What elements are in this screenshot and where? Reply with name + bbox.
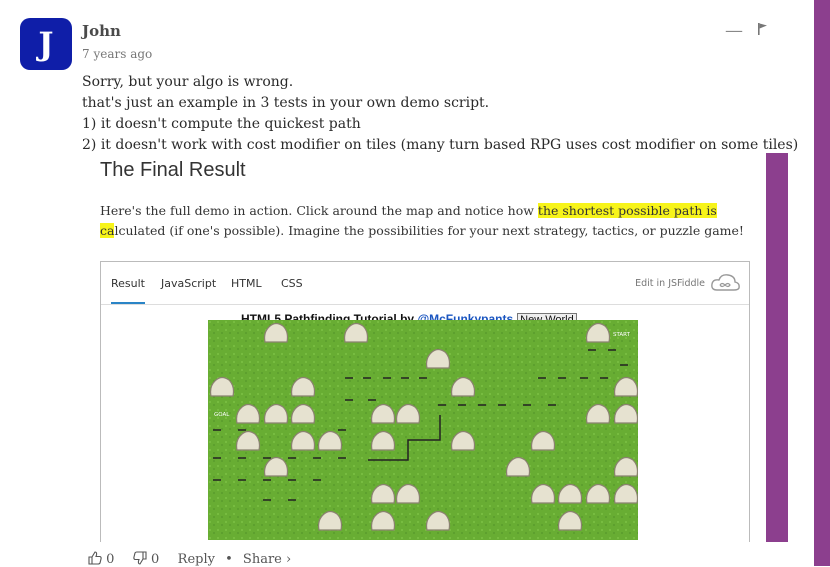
collapse-button[interactable]: — [725, 20, 743, 41]
flag-icon[interactable] [756, 22, 770, 36]
avatar[interactable]: J [20, 18, 72, 70]
share-button[interactable]: Share › [243, 552, 291, 567]
tab-css: CSS [281, 277, 303, 290]
screenshot-paragraph: Here's the full demo in action. Click ar… [100, 203, 744, 238]
tab-result: Result [111, 277, 145, 304]
comment-line: Sorry, but your algo is wrong. [82, 74, 294, 90]
downvote-icon[interactable] [133, 551, 147, 565]
upvote-icon[interactable] [88, 551, 102, 565]
bullet-separator: • [225, 552, 233, 567]
downvote-count: 0 [150, 552, 160, 567]
tab-html: HTML [231, 277, 262, 290]
author-name[interactable]: John [82, 22, 121, 40]
comment-line: 1) it doesn't compute the quickest path [82, 116, 361, 132]
screenshot-side-bar [766, 153, 788, 542]
comment-timestamp[interactable]: 7 years ago [82, 47, 152, 61]
start-label: START [613, 332, 631, 338]
upvote-count: 0 [106, 552, 115, 567]
comment-body: Sorry, but your algo is wrong. that's ju… [82, 72, 798, 156]
comment-line: that's just an example in 3 tests in you… [82, 95, 490, 111]
comment-actions: 0 0 Reply • Share › [88, 551, 297, 567]
tab-javascript: JavaScript [161, 277, 217, 290]
goal-label: GOAL [214, 412, 230, 418]
screenshot-title: The Final Result [100, 159, 246, 181]
page-side-bar [814, 0, 830, 566]
map-graphic: START GOAL [208, 320, 638, 540]
edit-in-jsfiddle-label: Edit in JSFiddle [635, 278, 705, 289]
reply-button[interactable]: Reply [178, 552, 215, 567]
pathfinding-map: START GOAL [208, 320, 638, 540]
fiddle-tabs: Result JavaScript HTML CSS Edit in JSFid… [101, 262, 749, 305]
cloud-icon [711, 274, 740, 291]
